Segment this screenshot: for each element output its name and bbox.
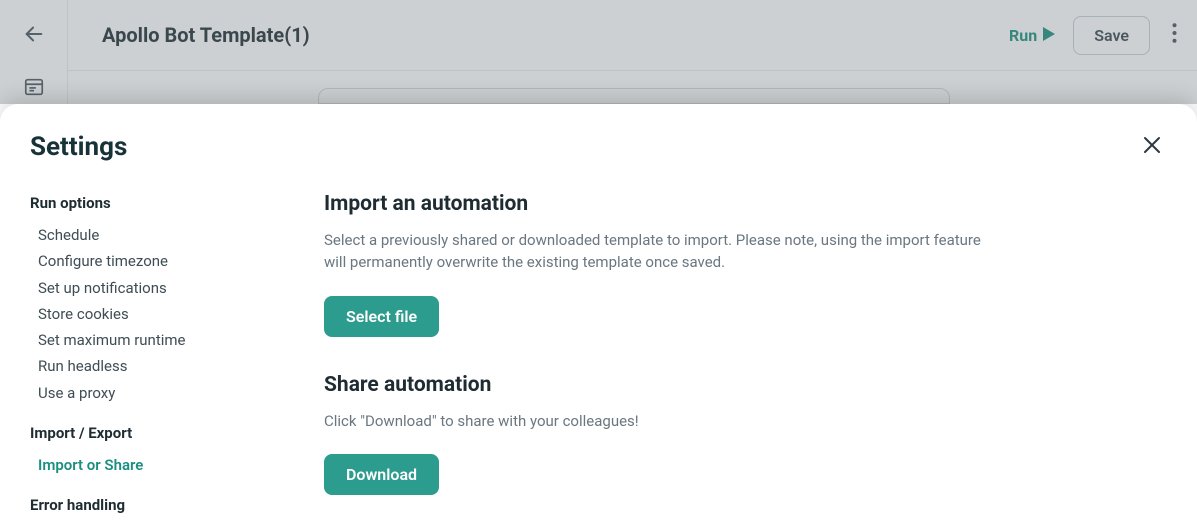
share-description: Click "Download" to share with your coll… — [324, 411, 1004, 433]
sidebar-section-list: ScheduleConfigure timezoneSet up notific… — [30, 222, 294, 406]
close-icon[interactable] — [1143, 136, 1161, 158]
sidebar-section-list: Import or Share — [30, 452, 294, 478]
select-file-button[interactable]: Select file — [324, 296, 439, 337]
modal-header: Settings — [0, 104, 1197, 174]
sidebar-section-title: Error handling — [30, 496, 294, 514]
sidebar-item[interactable]: Set maximum runtime — [30, 327, 294, 353]
sidebar-item[interactable]: Store cookies — [30, 301, 294, 327]
import-heading: Import an automation — [324, 192, 1077, 216]
share-heading: Share automation — [324, 373, 1077, 397]
sidebar-item[interactable]: Import or Share — [30, 452, 294, 478]
sidebar-section-title: Run options — [30, 194, 294, 212]
download-button[interactable]: Download — [324, 454, 439, 495]
sidebar-item[interactable]: Configure timezone — [30, 248, 294, 274]
settings-modal: Settings Run options ScheduleConfigure ti… — [0, 104, 1197, 523]
sidebar-item[interactable]: Set up notifications — [30, 275, 294, 301]
settings-sidebar: Run optionsScheduleConfigure timezoneSet… — [0, 174, 310, 523]
sidebar-item[interactable]: Use a proxy — [30, 380, 294, 406]
sidebar-section-title: Import / Export — [30, 424, 294, 442]
sidebar-item[interactable]: Schedule — [30, 222, 294, 248]
import-description: Select a previously shared or downloaded… — [324, 230, 1004, 274]
settings-content: Import an automation Select a previously… — [310, 174, 1197, 523]
modal-title: Settings — [30, 132, 127, 162]
sidebar-item[interactable]: Run headless — [30, 353, 294, 379]
modal-body: Run optionsScheduleConfigure timezoneSet… — [0, 174, 1197, 523]
modal-overlay — [0, 0, 1197, 104]
